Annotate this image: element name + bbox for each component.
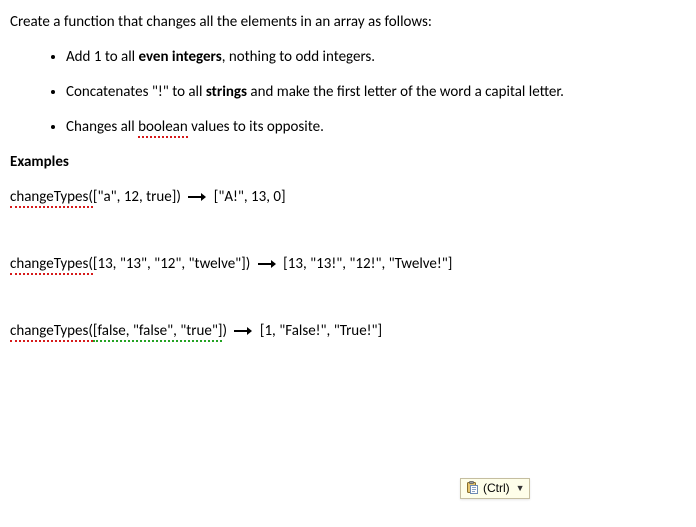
bullet-text-pre: Changes all bbox=[66, 118, 138, 136]
example-fn-name: changeTypes( bbox=[10, 322, 93, 342]
bullet-spellcheck-word: boolean bbox=[138, 118, 188, 138]
document-body: Create a function that changes all the e… bbox=[10, 12, 686, 515]
example-fn-args: ["a", 12, true] bbox=[93, 188, 176, 206]
bullet-list: Add 1 to all even integers, nothing to o… bbox=[10, 47, 686, 138]
example-fn-name: changeTypes( bbox=[10, 188, 93, 208]
bullet-text-post: , nothing to odd integers. bbox=[222, 48, 375, 66]
example-fn-name: changeTypes( bbox=[10, 255, 93, 275]
example-fn-args: [false, "false", "true"] bbox=[93, 322, 223, 342]
clipboard-icon bbox=[465, 481, 479, 495]
example-fn-close: ) bbox=[176, 188, 181, 206]
arrow-icon bbox=[258, 259, 276, 269]
bullet-text-pre: Concatenates "!" to all bbox=[66, 83, 206, 101]
arrow-icon bbox=[234, 326, 252, 336]
examples-heading: Examples bbox=[10, 152, 686, 173]
list-item: Add 1 to all even integers, nothing to o… bbox=[66, 47, 686, 68]
arrow-icon bbox=[188, 192, 206, 202]
example-result: [1, "False!", "True!"] bbox=[260, 322, 382, 340]
example-result: ["A!", 13, 0] bbox=[214, 188, 286, 206]
chevron-down-icon: ▼ bbox=[516, 482, 525, 495]
bullet-bold: strings bbox=[206, 83, 247, 101]
example-fn-close: ) bbox=[222, 322, 227, 340]
bullet-bold: even integers bbox=[138, 48, 221, 66]
paste-options-smarttag[interactable]: (Ctrl) ▼ bbox=[460, 478, 530, 499]
list-item: Changes all boolean values to its opposi… bbox=[66, 117, 686, 138]
intro-paragraph: Create a function that changes all the e… bbox=[10, 12, 686, 33]
list-item: Concatenates "!" to all strings and make… bbox=[66, 82, 686, 103]
example-fn-close: ) bbox=[246, 255, 251, 273]
example-line: changeTypes([13, "13", "12", "twelve"]) … bbox=[10, 254, 686, 275]
smarttag-label: (Ctrl) bbox=[483, 480, 510, 497]
bullet-text-post: and make the first letter of the word a … bbox=[247, 83, 564, 101]
bullet-text-post: values to its opposite. bbox=[188, 118, 324, 136]
example-fn-args: [13, "13", "12", "twelve"] bbox=[93, 255, 246, 273]
example-line: changeTypes(["a", 12, true]) ["A!", 13, … bbox=[10, 187, 686, 208]
example-line: changeTypes([false, "false", "true"]) [1… bbox=[10, 321, 686, 342]
example-result: [13, "13!", "12!", "Twelve!"] bbox=[283, 255, 452, 273]
bullet-text-pre: Add 1 to all bbox=[66, 48, 138, 66]
